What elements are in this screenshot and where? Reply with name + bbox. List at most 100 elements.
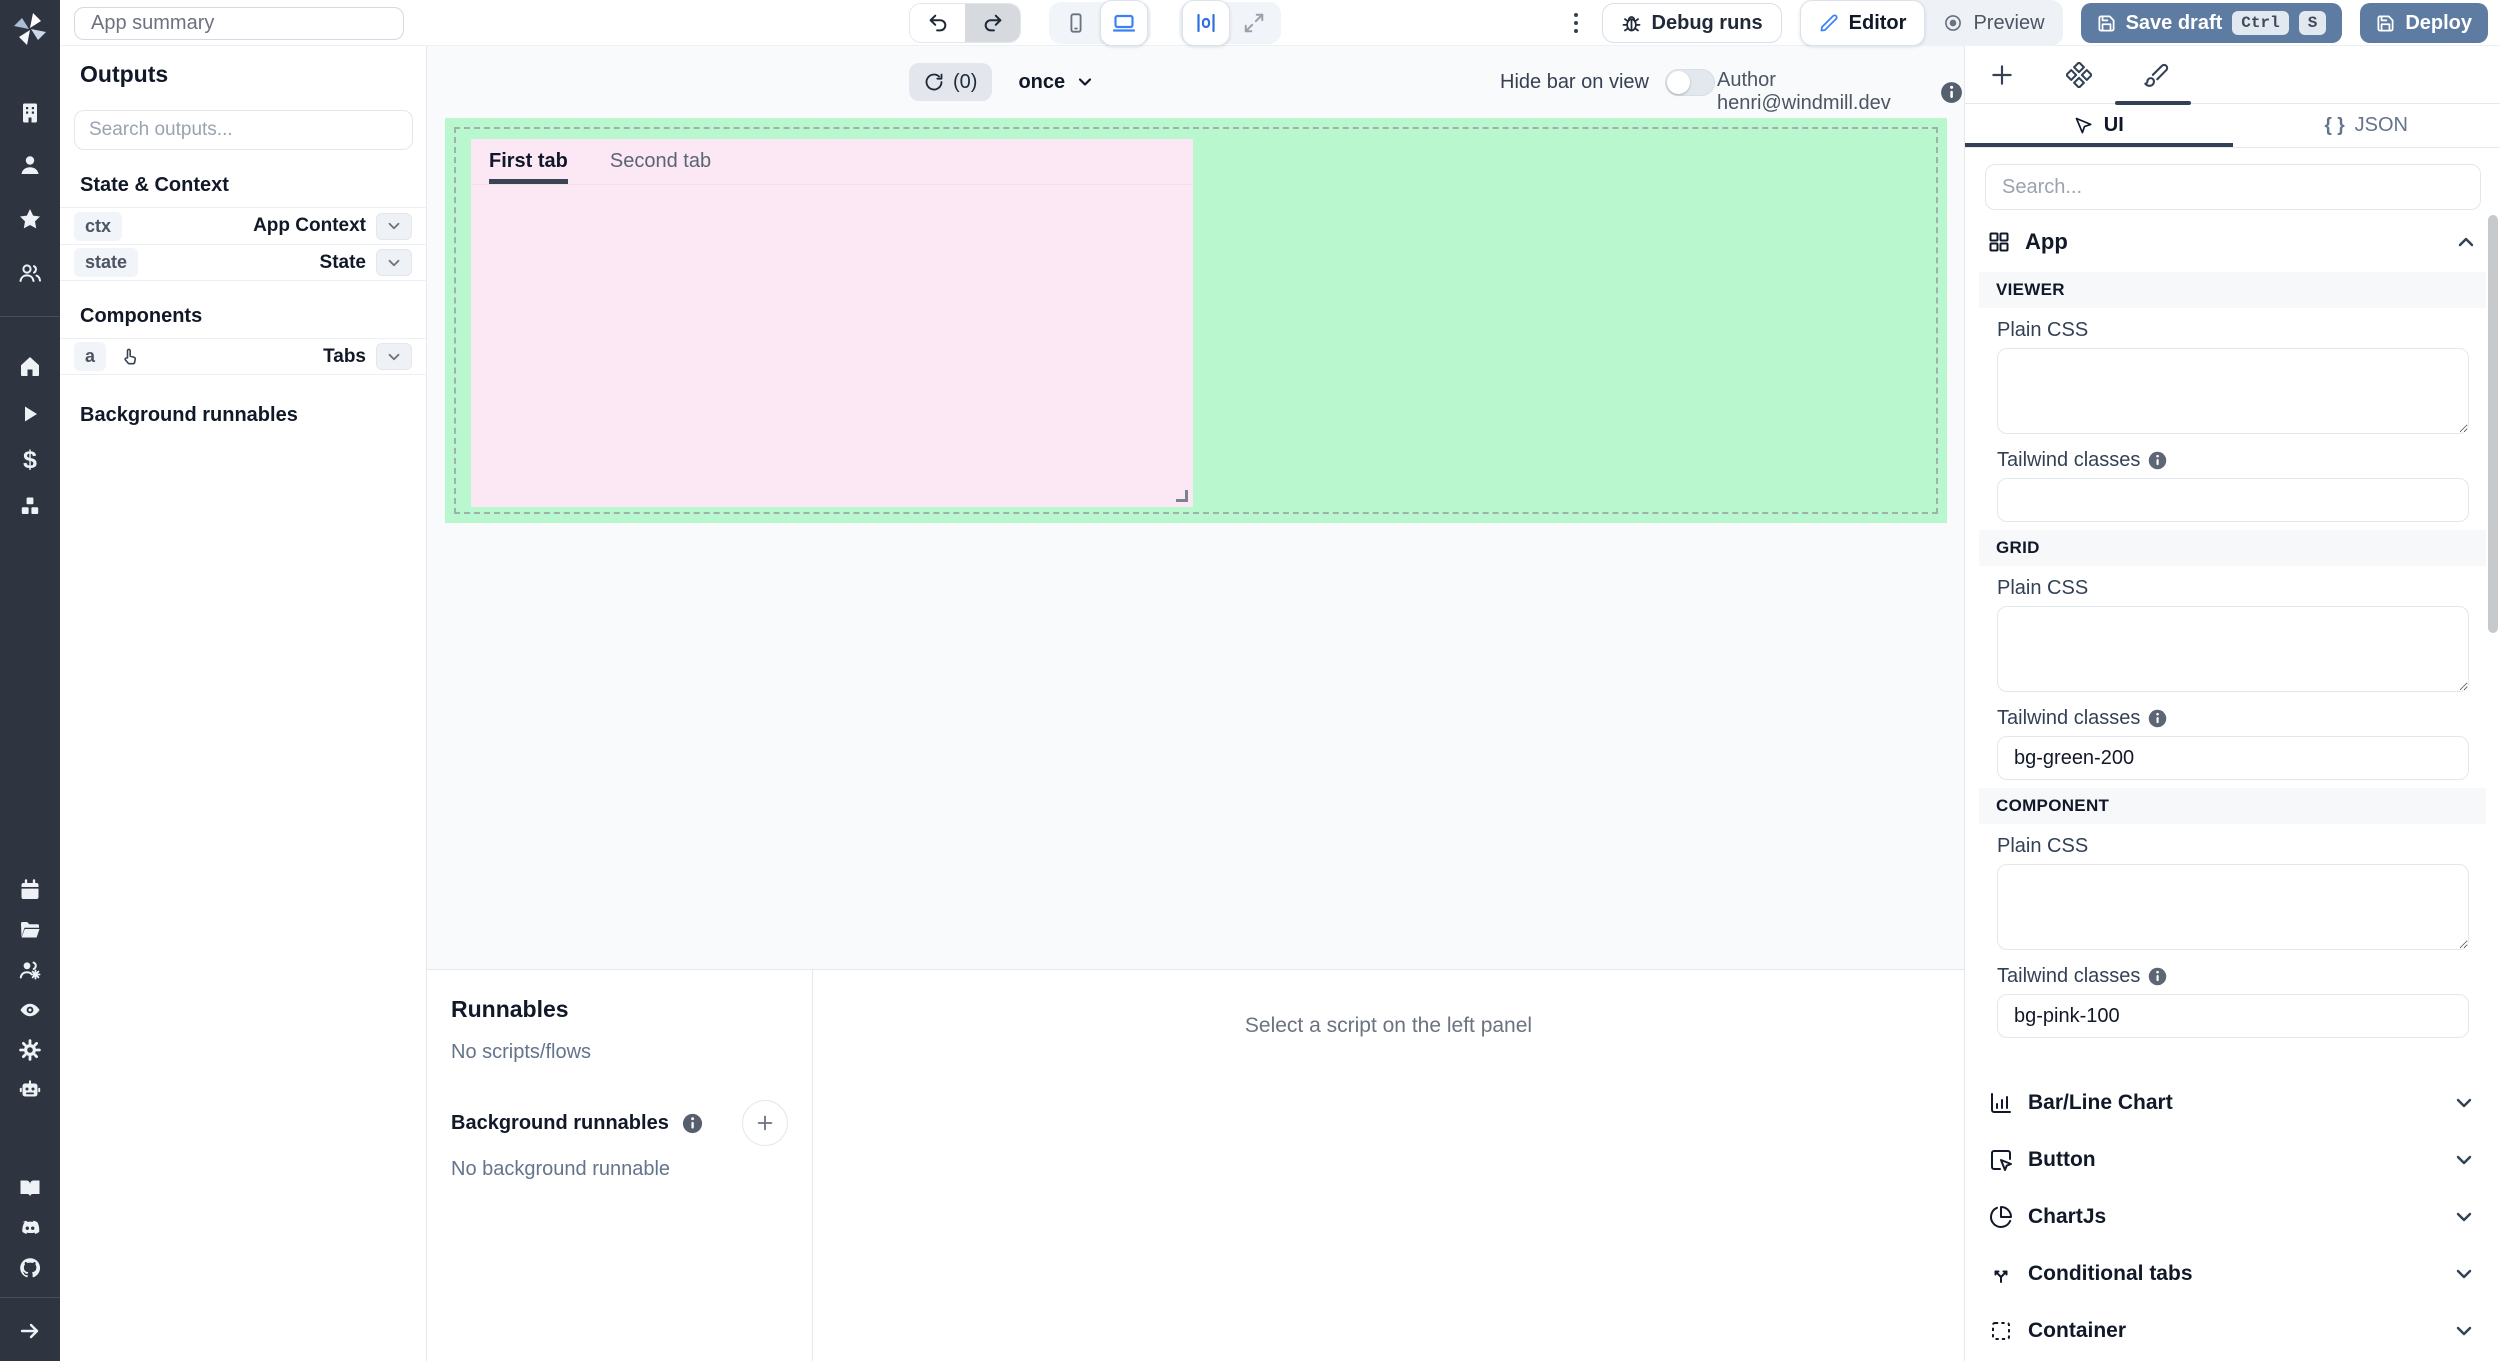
runs-play-icon[interactable]: [17, 401, 43, 427]
undo-button[interactable]: [910, 4, 965, 42]
save-draft-button[interactable]: Save draft Ctrl S: [2081, 3, 2343, 43]
search-outputs-input[interactable]: [74, 110, 413, 150]
chevron-down-icon: [2452, 1205, 2476, 1229]
editor-tab[interactable]: Editor: [1800, 0, 1926, 46]
info-icon[interactable]: [2147, 708, 2168, 729]
workspace-building-icon[interactable]: [17, 100, 43, 126]
redo-button[interactable]: [965, 4, 1020, 42]
undo-redo-group: [909, 3, 1021, 43]
discord-icon[interactable]: [17, 1215, 43, 1241]
preview-label: Preview: [1973, 12, 2044, 35]
add-background-runnable-button[interactable]: [742, 1100, 788, 1146]
refresh-mode-value: once: [1018, 71, 1065, 94]
components-diamonds-icon[interactable]: [2066, 62, 2092, 88]
refresh-button[interactable]: (0): [909, 63, 992, 101]
debug-runs-button[interactable]: Debug runs: [1602, 3, 1782, 43]
topbar-actions: Debug runs Editor Preview: [1568, 0, 2488, 46]
info-icon[interactable]: [2147, 966, 2168, 987]
bar-chart-icon: [1989, 1091, 2013, 1115]
mobile-view-button[interactable]: [1052, 2, 1100, 44]
expand-chevron-button[interactable]: [376, 343, 412, 370]
tailwind-classes-label: Tailwind classes: [1997, 448, 2468, 472]
style-section-button[interactable]: Button: [1965, 1131, 2500, 1188]
folders-icon[interactable]: [17, 917, 43, 943]
settings-scrollbar[interactable]: [2488, 215, 2498, 633]
chevron-down-icon: [1075, 72, 1095, 92]
resources-cubes-icon[interactable]: [17, 493, 43, 519]
output-row-state[interactable]: state State: [60, 244, 426, 281]
cursor-arrow-icon: [2074, 116, 2094, 136]
ai-robot-icon[interactable]: [17, 1077, 43, 1103]
style-section-chartjs[interactable]: ChartJs: [1965, 1188, 2500, 1245]
component-plain-css-textarea[interactable]: [1997, 864, 2469, 950]
center-align-button[interactable]: [1182, 0, 1230, 46]
more-menu-kebab-icon[interactable]: [1568, 7, 1584, 39]
tabs-component[interactable]: First tab Second tab: [471, 139, 1193, 507]
hand-pointer-icon: [120, 347, 140, 367]
style-section-conditional-tabs[interactable]: Conditional tabs: [1965, 1245, 2500, 1302]
tab-second[interactable]: Second tab: [610, 139, 711, 184]
canvas: (0) once Hide bar on view Author henri@w…: [427, 46, 1964, 1361]
ui-json-tabs: UI { } JSON: [1965, 104, 2500, 148]
variables-dollar-icon[interactable]: $: [17, 447, 43, 473]
schedules-calendar-icon[interactable]: [17, 877, 43, 903]
component-style-list: Bar/Line Chart Button ChartJs Conditiona…: [1965, 1074, 2500, 1359]
app-grid[interactable]: First tab Second tab: [445, 118, 1947, 523]
fullscreen-expand-icon[interactable]: [1230, 2, 1278, 44]
tab-ui[interactable]: UI: [1965, 104, 2233, 147]
info-icon[interactable]: [681, 1112, 704, 1135]
tab-first[interactable]: First tab: [489, 139, 568, 184]
chevron-down-icon: [2452, 1319, 2476, 1343]
insert-plus-icon[interactable]: [1989, 62, 2015, 88]
layout-toggle-group: [1179, 2, 1281, 44]
deploy-button[interactable]: Deploy: [2360, 3, 2488, 43]
viewer-plain-css-textarea[interactable]: [1997, 348, 2469, 434]
audit-eye-icon[interactable]: [17, 997, 43, 1023]
refresh-group: (0) once: [909, 63, 1095, 101]
output-row-component-a[interactable]: a Tabs: [60, 338, 426, 375]
settings-search-input[interactable]: [1985, 164, 2481, 210]
save-icon: [2097, 14, 2116, 33]
style-brush-icon[interactable]: [2143, 62, 2169, 88]
hide-bar-toggle[interactable]: [1665, 69, 1715, 96]
user-icon[interactable]: [17, 152, 43, 178]
grid-tailwind-input[interactable]: [1997, 736, 2469, 780]
style-section-container[interactable]: Container: [1965, 1302, 2500, 1359]
refresh-count: (0): [953, 71, 977, 94]
desktop-view-button[interactable]: [1100, 0, 1148, 46]
favorites-star-icon[interactable]: [17, 206, 43, 232]
select-script-hint: Select a script on the left panel: [1245, 1014, 1532, 1038]
info-icon[interactable]: [1939, 80, 1964, 105]
device-toggle-group: [1049, 2, 1151, 44]
grid-dashed-outline: First tab Second tab: [454, 127, 1938, 514]
runnables-list: Runnables No scripts/flows Background ru…: [427, 970, 813, 1361]
output-row-ctx[interactable]: ctx App Context: [60, 207, 426, 244]
tailwind-classes-label: Tailwind classes: [1997, 964, 2468, 988]
style-section-bar-line-chart[interactable]: Bar/Line Chart: [1965, 1074, 2500, 1131]
info-icon[interactable]: [2147, 450, 2168, 471]
windmill-logo-icon[interactable]: [10, 8, 50, 48]
settings-panel: UI { } JSON App VIEWER Plain CSS Tailwin…: [1964, 46, 2500, 1361]
viewer-tailwind-input[interactable]: [1997, 478, 2469, 522]
nav-rail: $: [0, 0, 60, 1361]
github-icon[interactable]: [17, 1255, 43, 1281]
expand-chevron-button[interactable]: [376, 213, 412, 240]
docs-book-icon[interactable]: [17, 1175, 43, 1201]
refresh-mode-select[interactable]: once: [1018, 71, 1095, 94]
preview-tab[interactable]: Preview: [1925, 0, 2062, 46]
grid-plain-css-textarea[interactable]: [1997, 606, 2469, 692]
button-icon: [1989, 1148, 2013, 1172]
component-tailwind-input[interactable]: [1997, 994, 2469, 1038]
editor-label: Editor: [1849, 12, 1907, 35]
settings-gear-icon[interactable]: [17, 1037, 43, 1063]
resize-handle[interactable]: [1176, 490, 1188, 502]
rail-divider: [0, 316, 60, 317]
app-summary-input[interactable]: [74, 7, 404, 40]
expand-arrow-right-icon[interactable]: [17, 1318, 43, 1344]
app-section-header[interactable]: App: [1965, 220, 2500, 264]
groups-users-icon[interactable]: [17, 260, 43, 286]
workers-users-gear-icon[interactable]: [17, 957, 43, 983]
expand-chevron-button[interactable]: [376, 249, 412, 276]
home-icon[interactable]: [17, 353, 43, 379]
tab-json[interactable]: { } JSON: [2233, 104, 2500, 147]
